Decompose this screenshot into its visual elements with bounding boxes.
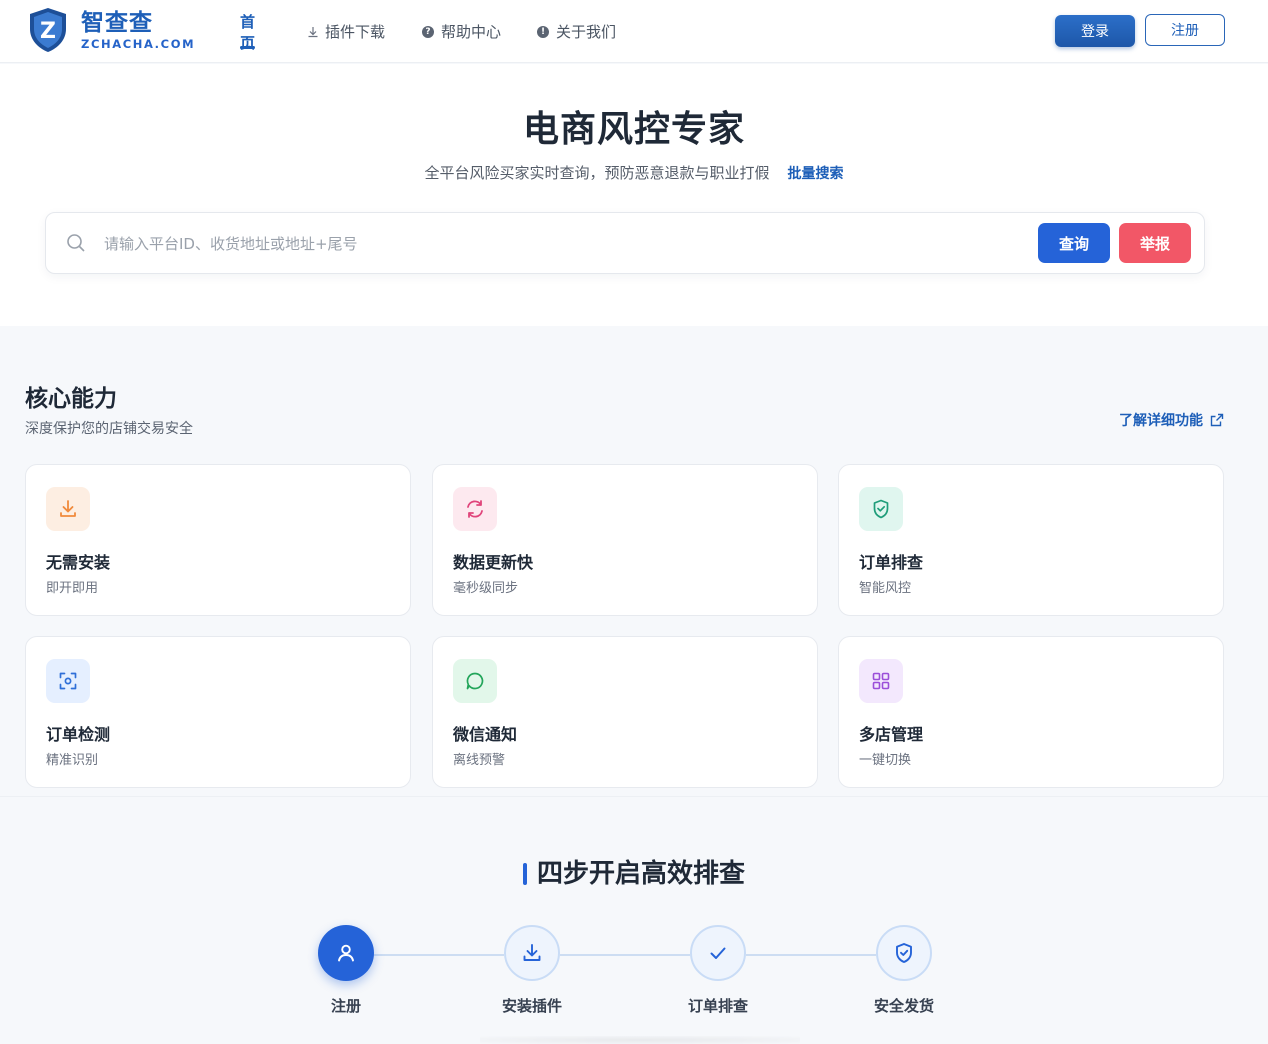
hero-subtitle: 全平台风险买家实时查询，预防恶意退款与职业打假 xyxy=(424,164,770,182)
brand-name: 智查查 xyxy=(81,10,153,36)
card-subtitle: 离线预警 xyxy=(453,753,506,768)
scan-icon xyxy=(46,659,90,703)
steps-title-row: 四步开启高效排查 xyxy=(0,853,1268,890)
shield-check-icon xyxy=(859,487,903,531)
steps-section: 四步开启高效排查 注册 安装插件 订单排查 安全发货 xyxy=(0,796,1268,1044)
shield-logo-icon: Z xyxy=(28,7,68,53)
step-safe-ship[interactable] xyxy=(876,925,932,981)
card-subtitle: 毫秒级同步 xyxy=(453,581,519,596)
register-button[interactable]: 注册 xyxy=(1145,14,1225,46)
learn-more-link[interactable]: 了解详细功能 xyxy=(1119,410,1224,430)
step-label: 注册 xyxy=(330,997,361,1015)
card-subtitle: 即开即用 xyxy=(46,581,99,596)
chat-icon xyxy=(453,659,497,703)
check-icon xyxy=(710,947,726,959)
download-icon xyxy=(46,487,90,531)
nav-home-label: 首页 xyxy=(240,12,256,52)
login-button[interactable]: 登录 xyxy=(1055,15,1135,47)
card-subtitle: 精准识别 xyxy=(46,753,99,768)
user-icon xyxy=(338,944,354,962)
nav-plugin-download-label: 插件下载 xyxy=(325,23,386,41)
refresh-icon xyxy=(453,487,497,531)
bottom-card-shadow xyxy=(480,1036,800,1044)
steps-title: 四步开启高效排查 xyxy=(536,859,745,889)
step-connector xyxy=(746,954,876,956)
nav-about-us[interactable]: ! 关于我们 xyxy=(537,0,637,63)
hero-section: 电商风控专家 全平台风险买家实时查询，预防恶意退款与职业打假 批量搜索 查询 举报 xyxy=(0,64,1268,326)
core-title: 核心能力 xyxy=(25,386,117,412)
core-subtitle: 深度保护您的店铺交易安全 xyxy=(25,421,193,437)
query-button[interactable]: 查询 xyxy=(1038,223,1110,263)
card-title: 订单排查 xyxy=(859,553,924,572)
nav-home[interactable]: 首页 xyxy=(240,0,256,63)
step-install-plugin[interactable] xyxy=(504,925,560,981)
feature-card-multi-store[interactable]: 多店管理 一键切换 xyxy=(838,636,1224,788)
feature-card-no-install[interactable]: 无需安装 即开即用 xyxy=(25,464,411,616)
nav-plugin-download[interactable]: 插件下载 xyxy=(306,0,406,63)
grid-icon xyxy=(859,659,903,703)
report-button[interactable]: 举报 xyxy=(1119,223,1191,263)
feature-card-fast-update[interactable]: 数据更新快 毫秒级同步 xyxy=(432,464,818,616)
title-accent-bar xyxy=(522,863,527,885)
step-label: 安装插件 xyxy=(501,997,562,1015)
step-connector xyxy=(560,954,690,956)
brand-logo[interactable]: Z 智查查 ZCHACHA.COM xyxy=(28,7,195,53)
core-capabilities-section: 核心能力 深度保护您的店铺交易安全 了解详细功能 无需安装 即开即用 数据更新快… xyxy=(0,326,1268,796)
download-icon xyxy=(523,944,541,961)
top-header: Z 智查查 ZCHACHA.COM 首页 插件下载 ? 帮助中心 ! 关于我们 … xyxy=(0,0,1268,63)
help-icon: ? xyxy=(422,25,434,38)
card-title: 无需安装 xyxy=(46,553,111,572)
card-subtitle: 智能风控 xyxy=(859,581,912,596)
hero-title: 电商风控专家 xyxy=(522,109,745,150)
card-subtitle: 一键切换 xyxy=(859,753,912,768)
card-title: 订单检测 xyxy=(46,725,111,744)
card-title: 多店管理 xyxy=(859,725,924,744)
feature-card-order-detect[interactable]: 订单检测 精准识别 xyxy=(25,636,411,788)
step-connector xyxy=(374,954,504,956)
hero-subtitle-row: 全平台风险买家实时查询，预防恶意退款与职业打假 批量搜索 xyxy=(0,162,1268,183)
card-title: 数据更新快 xyxy=(453,553,534,572)
external-link-icon xyxy=(1210,413,1224,427)
nav-help-center-label: 帮助中心 xyxy=(441,23,502,41)
learn-more-label: 了解详细功能 xyxy=(1119,413,1203,429)
logo-letter: Z xyxy=(40,19,56,44)
shield-check-icon xyxy=(896,943,912,963)
info-icon: ! xyxy=(537,25,549,38)
step-label: 订单排查 xyxy=(687,997,748,1015)
nav-help-center[interactable]: ? 帮助中心 xyxy=(422,0,522,63)
step-label: 安全发货 xyxy=(873,997,934,1015)
feature-card-wechat-notify[interactable]: 微信通知 离线预警 xyxy=(432,636,818,788)
card-title: 微信通知 xyxy=(453,725,518,744)
search-bar: 查询 举报 xyxy=(45,212,1205,274)
search-input[interactable] xyxy=(104,229,1004,259)
search-icon xyxy=(66,233,86,253)
step-order-check[interactable] xyxy=(690,925,746,981)
step-register[interactable] xyxy=(318,925,374,981)
batch-search-link[interactable]: 批量搜索 xyxy=(788,166,844,182)
download-icon xyxy=(306,25,319,38)
nav-about-us-label: 关于我们 xyxy=(556,23,617,41)
brand-domain: ZCHACHA.COM xyxy=(81,37,196,51)
feature-card-order-check[interactable]: 订单排查 智能风控 xyxy=(838,464,1224,616)
